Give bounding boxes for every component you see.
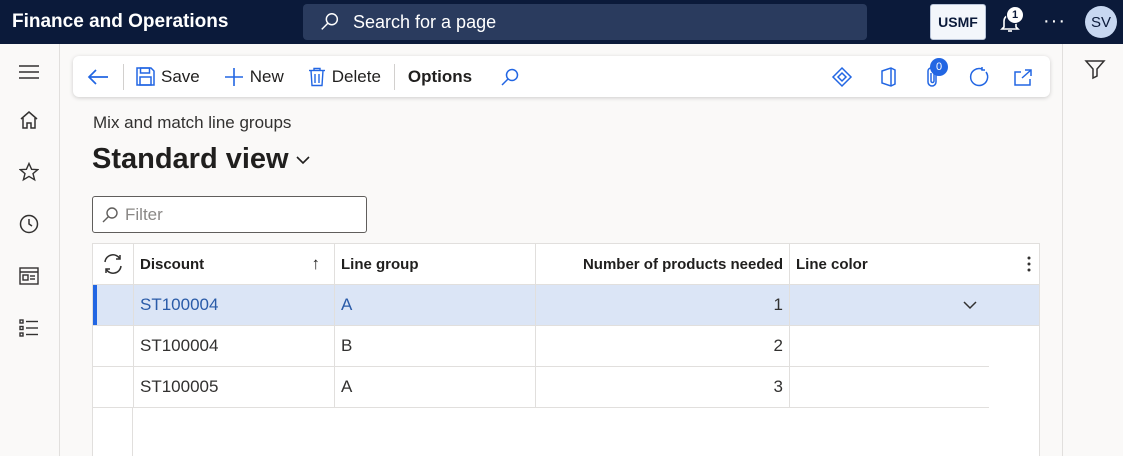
hamburger-menu-icon[interactable] (17, 60, 41, 84)
modules-list-icon[interactable] (17, 316, 41, 340)
open-in-new-window-button[interactable] (1013, 56, 1039, 97)
view-title: Standard view (92, 143, 289, 175)
right-filter-strip (1062, 44, 1123, 456)
attachments-count-badge: 0 (930, 58, 948, 76)
grid-refresh-button[interactable] (93, 244, 133, 284)
more-options-icon[interactable]: ··· (1043, 10, 1066, 33)
home-icon[interactable] (17, 108, 41, 132)
search-actions-button[interactable] (500, 56, 526, 97)
pop-out-icon (1014, 68, 1032, 86)
table-row[interactable]: ST100004 B 2 (93, 326, 1039, 367)
row-selector[interactable] (93, 367, 133, 408)
search-icon (501, 68, 519, 86)
search-input[interactable]: Search for a page (303, 4, 867, 40)
favorites-star-icon[interactable] (17, 160, 41, 184)
column-header-label: Line group (341, 255, 419, 273)
notification-count-badge: 1 (1006, 6, 1024, 24)
refresh-button[interactable] (968, 56, 996, 97)
column-header-discount[interactable]: Discount ↑ (133, 244, 334, 284)
column-header-line-color[interactable]: Line color (789, 244, 1039, 284)
line-group-cell[interactable]: A (334, 367, 535, 408)
table-row[interactable]: ST100005 A 3 (93, 367, 1039, 408)
office-button[interactable] (879, 56, 903, 97)
grid-header: Discount ↑ Line group Number of products… (93, 244, 1039, 285)
workspaces-icon[interactable] (17, 264, 41, 288)
action-pane: Save New Delete Options 0 (73, 56, 1050, 97)
app-title[interactable]: Finance and Operations (12, 11, 303, 33)
trash-icon (308, 67, 325, 86)
back-button[interactable] (87, 56, 115, 97)
line-color-cell[interactable] (789, 326, 989, 367)
column-header-label: Line color (796, 255, 868, 273)
toolbar-divider (123, 63, 124, 90)
plus-icon (224, 67, 243, 86)
column-header-label: Number of products needed (582, 255, 783, 273)
refresh-icon (969, 66, 989, 86)
sync-icon (104, 254, 122, 274)
grid-empty-area (93, 408, 133, 456)
line-group-cell[interactable]: B (334, 326, 535, 367)
discount-cell[interactable]: ST100005 (133, 367, 334, 408)
office-icon (881, 66, 896, 87)
line-group-cell[interactable]: A (334, 285, 535, 326)
discount-cell[interactable]: ST100004 (133, 326, 334, 367)
recent-clock-icon[interactable] (17, 212, 41, 236)
products-needed-cell[interactable]: 2 (535, 326, 789, 367)
line-color-cell[interactable] (789, 285, 1039, 326)
chevron-down-icon (296, 155, 310, 164)
column-options-icon[interactable] (1027, 255, 1031, 273)
back-arrow-icon (87, 68, 108, 85)
table-row[interactable]: ST100004 A 1 (93, 285, 1039, 326)
row-selector[interactable] (93, 285, 133, 326)
search-placeholder: Search for a page (353, 11, 497, 32)
options-tab[interactable]: Options (408, 56, 472, 97)
products-needed-cell[interactable]: 1 (535, 285, 789, 326)
new-label: New (249, 66, 284, 86)
column-header-line-group[interactable]: Line group (334, 244, 535, 284)
filter-input[interactable] (125, 204, 345, 225)
user-avatar[interactable]: SV (1085, 6, 1117, 38)
toolbar-divider (393, 63, 395, 90)
filter-field[interactable] (92, 196, 367, 233)
column-header-products-needed[interactable]: Number of products needed (535, 244, 789, 284)
save-label: Save (161, 66, 200, 86)
page-caption: Mix and match line groups (93, 113, 292, 132)
company-picker-button[interactable]: USMF (930, 4, 986, 40)
view-selector[interactable]: Standard view (92, 143, 311, 176)
delete-label: Delete (331, 66, 381, 86)
discount-cell[interactable]: ST100004 (133, 285, 334, 326)
line-color-cell[interactable] (789, 367, 989, 408)
filter-search-icon (102, 206, 118, 222)
power-apps-icon (831, 66, 853, 87)
attachments-button[interactable]: 0 (925, 56, 948, 97)
delete-button[interactable]: Delete (308, 56, 381, 97)
search-icon (321, 13, 339, 30)
line-groups-grid: Discount ↑ Line group Number of products… (92, 243, 1040, 456)
left-navigation-pane (0, 44, 60, 456)
new-button[interactable]: New (224, 56, 284, 97)
filter-pane-icon[interactable] (1084, 58, 1106, 80)
save-icon (136, 67, 155, 86)
top-navigation-bar: Finance and Operations Search for a page… (0, 0, 1123, 44)
power-apps-button[interactable] (831, 56, 859, 97)
save-button[interactable]: Save (136, 56, 200, 97)
sort-ascending-icon: ↑ (311, 254, 321, 273)
products-needed-cell[interactable]: 3 (535, 367, 789, 408)
row-selector[interactable] (93, 326, 133, 367)
column-header-label: Discount (140, 255, 205, 273)
chevron-down-icon[interactable] (962, 300, 978, 310)
